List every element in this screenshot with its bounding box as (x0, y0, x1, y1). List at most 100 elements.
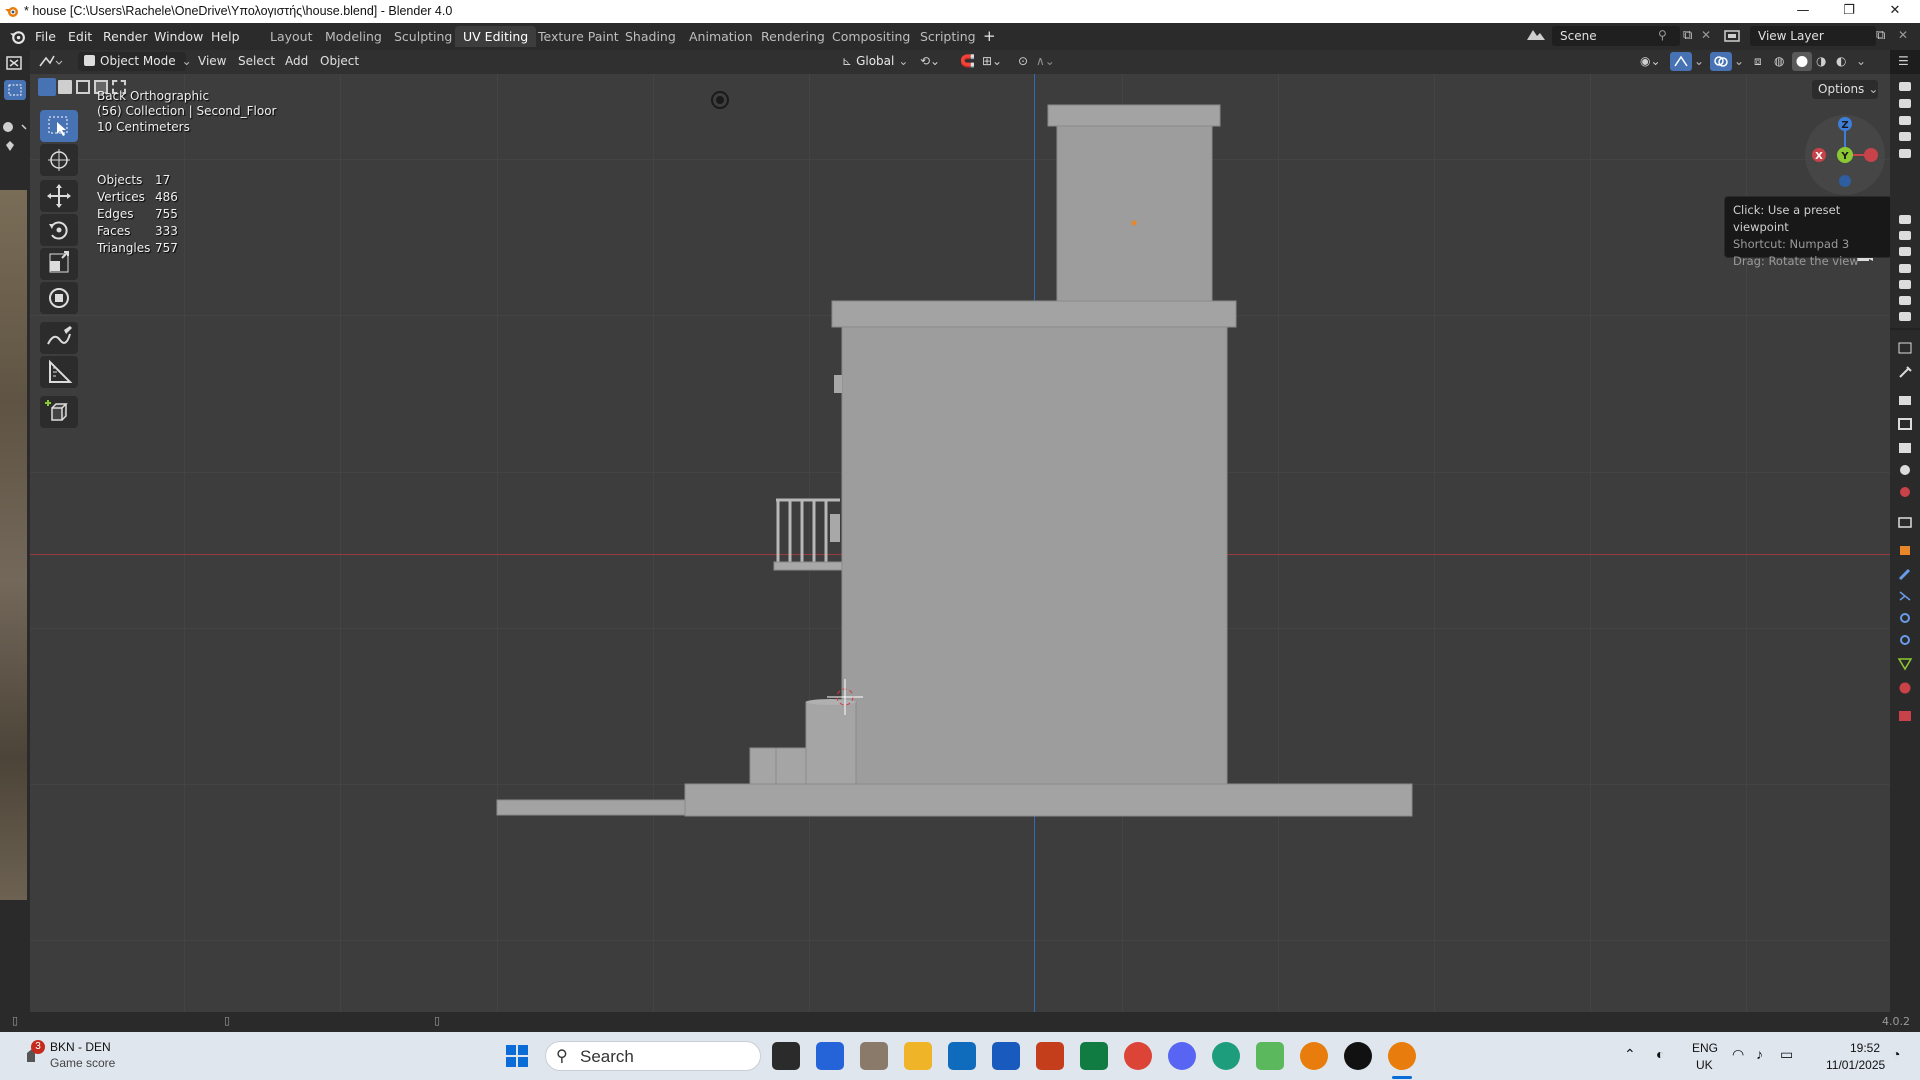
tab-rendering[interactable]: Rendering (753, 26, 833, 47)
clock-time[interactable]: 19:52 (1850, 1041, 1880, 1055)
select-box-icon[interactable] (4, 80, 26, 100)
modifier-properties-icon[interactable] (1897, 566, 1913, 581)
blender-active-icon[interactable] (1388, 1042, 1416, 1070)
tool-properties-icon[interactable] (1897, 340, 1913, 354)
select-subtract-icon[interactable] (76, 80, 90, 94)
wifi-icon[interactable]: ◠ (1732, 1046, 1744, 1063)
tab-layout[interactable]: Layout (262, 26, 321, 47)
constraint-properties-icon[interactable] (1897, 632, 1913, 646)
widget-title[interactable]: BKN - DEN (50, 1040, 111, 1054)
blender-menu-icon[interactable] (9, 28, 26, 45)
cgtrader-icon[interactable] (1256, 1042, 1284, 1070)
view-layer-properties-icon[interactable] (1897, 440, 1913, 454)
battery-icon[interactable]: ▭ (1780, 1046, 1793, 1063)
select-extend-icon[interactable] (58, 80, 72, 94)
store-icon[interactable] (816, 1042, 844, 1070)
edge-icon[interactable] (1212, 1042, 1240, 1070)
transform-tool[interactable] (40, 282, 78, 314)
tab-animation[interactable]: Animation (681, 26, 761, 47)
data-properties-icon[interactable] (1897, 656, 1913, 671)
rotate-tool[interactable] (40, 214, 78, 246)
solid-shading-icon[interactable] (1792, 52, 1812, 71)
pivot-icon[interactable]: ⟲⌄ (920, 54, 940, 68)
file-explorer-icon[interactable] (904, 1042, 932, 1070)
delete-scene-icon[interactable]: ✕ (1701, 28, 1711, 42)
proportional-edit-icon[interactable]: ⊙ (1018, 54, 1028, 68)
photos-icon[interactable] (860, 1042, 888, 1070)
editor-type-dropdown[interactable] (36, 52, 64, 72)
maximize-button[interactable]: ❐ (1826, 0, 1872, 23)
transform-orientation-dropdown[interactable]: ⊾ Global ⌄ (836, 52, 912, 71)
add-cube-tool[interactable] (40, 396, 78, 428)
object-properties-icon[interactable] (1897, 542, 1913, 556)
task-view-icon[interactable] (772, 1042, 800, 1070)
navigation-gizmo[interactable]: Z Y X (1800, 110, 1890, 200)
network-status-icon[interactable]: ◐ (1656, 1046, 1664, 1062)
material-properties-icon[interactable] (1897, 680, 1913, 694)
tab-sculpting[interactable]: Sculpting (386, 26, 460, 47)
discord-icon[interactable] (1168, 1042, 1196, 1070)
outlook-icon[interactable] (948, 1042, 976, 1070)
menu-render[interactable]: Render (103, 29, 148, 44)
blender-taskbar-icon[interactable] (1300, 1042, 1328, 1070)
annotate-tool[interactable] (40, 322, 78, 354)
3d-viewport[interactable]: Back Orthographic (56) Collection | Seco… (30, 74, 1890, 1012)
start-button[interactable] (505, 1044, 529, 1068)
notifications-icon[interactable]: ◔ (1892, 1046, 1900, 1062)
close-button[interactable]: ✕ (1872, 0, 1918, 23)
texture-properties-icon[interactable] (1897, 708, 1913, 722)
select-box-tool[interactable] (40, 110, 78, 142)
tab-uv-editing[interactable]: UV Editing (455, 26, 537, 47)
falloff-icon[interactable]: ∧⌄ (1036, 54, 1055, 68)
overlays-dropdown-icon[interactable]: ⌄ (1734, 54, 1744, 68)
new-scene-icon[interactable]: ⧉ (1683, 28, 1692, 43)
house-mesh[interactable] (30, 74, 1890, 1012)
render-properties-icon[interactable] (1897, 392, 1913, 406)
collection-properties-icon[interactable] (1897, 514, 1913, 528)
chevron-up-icon[interactable]: ⌃ (1624, 1046, 1636, 1063)
tab-compositing[interactable]: Compositing (824, 26, 918, 47)
view-layer-field[interactable]: View Layer (1750, 26, 1876, 46)
menu-view[interactable]: View (198, 54, 226, 68)
physics-properties-icon[interactable] (1897, 610, 1913, 624)
world-properties-icon[interactable] (1897, 484, 1913, 498)
measure-tool[interactable] (40, 356, 78, 388)
particle-properties-icon[interactable] (1897, 588, 1913, 602)
minimize-button[interactable]: — (1780, 0, 1826, 23)
options-dropdown[interactable]: Options ⌄ (1812, 80, 1878, 99)
scene-field[interactable]: Scene ⚲ (1552, 26, 1680, 46)
material-shading-icon[interactable]: ◑ (1816, 54, 1826, 68)
side-tools-icon[interactable] (0, 117, 30, 153)
delete-view-layer-icon[interactable]: ✕ (1898, 28, 1908, 42)
menu-window[interactable]: Window (154, 29, 203, 44)
tiktok-icon[interactable] (1344, 1042, 1372, 1070)
move-tool[interactable] (40, 180, 78, 212)
shading-dropdown-icon[interactable]: ⌄ (1856, 54, 1866, 68)
select-new-icon[interactable] (38, 78, 56, 96)
tab-texture-paint[interactable]: Texture Paint (530, 26, 627, 47)
scene-type-icon[interactable] (1524, 26, 1550, 46)
search-box[interactable]: ⚲ Search (545, 1041, 761, 1071)
view-layer-icon[interactable] (1722, 26, 1748, 46)
menu-help[interactable]: Help (211, 29, 240, 44)
word-icon[interactable] (992, 1042, 1020, 1070)
snap-icon[interactable]: 🧲 (960, 54, 975, 68)
tab-scripting[interactable]: Scripting (912, 26, 984, 47)
gizmo-toggle-icon[interactable] (1670, 52, 1692, 71)
cursor-tool[interactable] (40, 144, 78, 176)
snap-target-icon[interactable]: ⊞⌄ (982, 54, 1002, 68)
menu-add[interactable]: Add (285, 54, 308, 68)
gizmo-dropdown-icon[interactable]: ⌄ (1694, 54, 1704, 68)
editor-type-icon[interactable] (4, 54, 26, 72)
rendered-shading-icon[interactable]: ◐ (1836, 54, 1846, 68)
menu-file[interactable]: File (35, 29, 56, 44)
scale-tool[interactable] (40, 248, 78, 280)
excel-icon[interactable] (1080, 1042, 1108, 1070)
powerpoint-icon[interactable] (1036, 1042, 1064, 1070)
scene-properties-icon[interactable] (1897, 462, 1913, 476)
overlays-toggle-icon[interactable] (1710, 52, 1732, 71)
new-view-layer-icon[interactable]: ⧉ (1876, 28, 1885, 43)
output-properties-icon[interactable] (1897, 416, 1913, 430)
language-label[interactable]: ENG (1692, 1041, 1718, 1055)
tool-settings-icon[interactable] (1897, 364, 1913, 378)
